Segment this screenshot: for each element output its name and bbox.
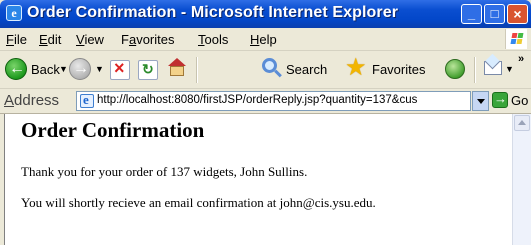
browser-window: e Order Confirmation - Microsoft Interne… bbox=[0, 0, 531, 245]
ie-logo-icon: e bbox=[6, 5, 22, 21]
mail-icon[interactable] bbox=[484, 61, 502, 75]
menu-file[interactable]: File bbox=[6, 32, 27, 47]
close-button[interactable]: × bbox=[507, 4, 528, 24]
menu-help[interactable]: Help bbox=[250, 32, 277, 47]
address-input[interactable]: http://localhost:8080/firstJSP/orderRepl… bbox=[76, 91, 471, 111]
scroll-up-icon[interactable] bbox=[514, 115, 530, 131]
menu-bar: File Edit View Favorites Tools Help bbox=[0, 28, 531, 51]
search-icon[interactable] bbox=[262, 58, 277, 73]
stop-icon[interactable] bbox=[110, 58, 130, 80]
refresh-icon[interactable] bbox=[138, 60, 158, 80]
toolbar: Back ▼ ▼ Search ★ Favorites ▼ » bbox=[0, 51, 531, 89]
window-title: Order Confirmation - Microsoft Internet … bbox=[27, 4, 399, 21]
address-bar: Address http://localhost:8080/firstJSP/o… bbox=[0, 89, 531, 114]
vertical-scrollbar[interactable] bbox=[512, 114, 531, 245]
toolbar-separator bbox=[474, 57, 475, 83]
menu-edit[interactable]: Edit bbox=[39, 32, 61, 47]
title-bar: e Order Confirmation - Microsoft Interne… bbox=[0, 0, 531, 28]
toolbar-more-chevron-icon[interactable]: » bbox=[518, 53, 524, 65]
address-url[interactable]: http://localhost:8080/firstJSP/orderRepl… bbox=[97, 94, 417, 106]
search-button-label[interactable]: Search bbox=[286, 62, 327, 77]
forward-icon[interactable] bbox=[69, 58, 91, 80]
windows-logo-icon bbox=[505, 29, 527, 49]
home-icon[interactable] bbox=[166, 58, 186, 78]
address-label: Address bbox=[4, 92, 60, 109]
go-button-label[interactable]: Go bbox=[511, 93, 528, 108]
order-thank-you-text: Thank you for your order of 137 widgets,… bbox=[21, 164, 308, 179]
email-confirmation-text: You will shortly recieve an email confir… bbox=[21, 195, 376, 210]
toolbar-separator bbox=[196, 57, 197, 83]
menu-view[interactable]: View bbox=[76, 32, 104, 47]
media-icon[interactable] bbox=[445, 59, 465, 79]
back-button-label[interactable]: Back bbox=[31, 62, 60, 77]
minimize-button[interactable]: _ bbox=[461, 4, 482, 24]
address-dropdown-icon[interactable] bbox=[472, 91, 489, 111]
maximize-button[interactable]: □ bbox=[484, 4, 505, 24]
page-heading: Order Confirmation bbox=[21, 118, 205, 142]
back-icon[interactable] bbox=[5, 58, 27, 80]
menu-favorites[interactable]: Favorites bbox=[121, 32, 174, 47]
go-icon[interactable] bbox=[492, 91, 508, 108]
page-icon bbox=[80, 92, 94, 108]
favorites-button-label[interactable]: Favorites bbox=[372, 62, 425, 77]
menu-tools[interactable]: Tools bbox=[198, 32, 228, 47]
back-dropdown-icon[interactable]: ▼ bbox=[59, 64, 68, 74]
page-content: Order Confirmation Thank you for your or… bbox=[4, 114, 513, 245]
favorites-star-icon[interactable]: ★ bbox=[345, 55, 367, 81]
mail-dropdown-icon[interactable]: ▼ bbox=[505, 64, 514, 74]
forward-dropdown-icon[interactable]: ▼ bbox=[95, 64, 104, 74]
